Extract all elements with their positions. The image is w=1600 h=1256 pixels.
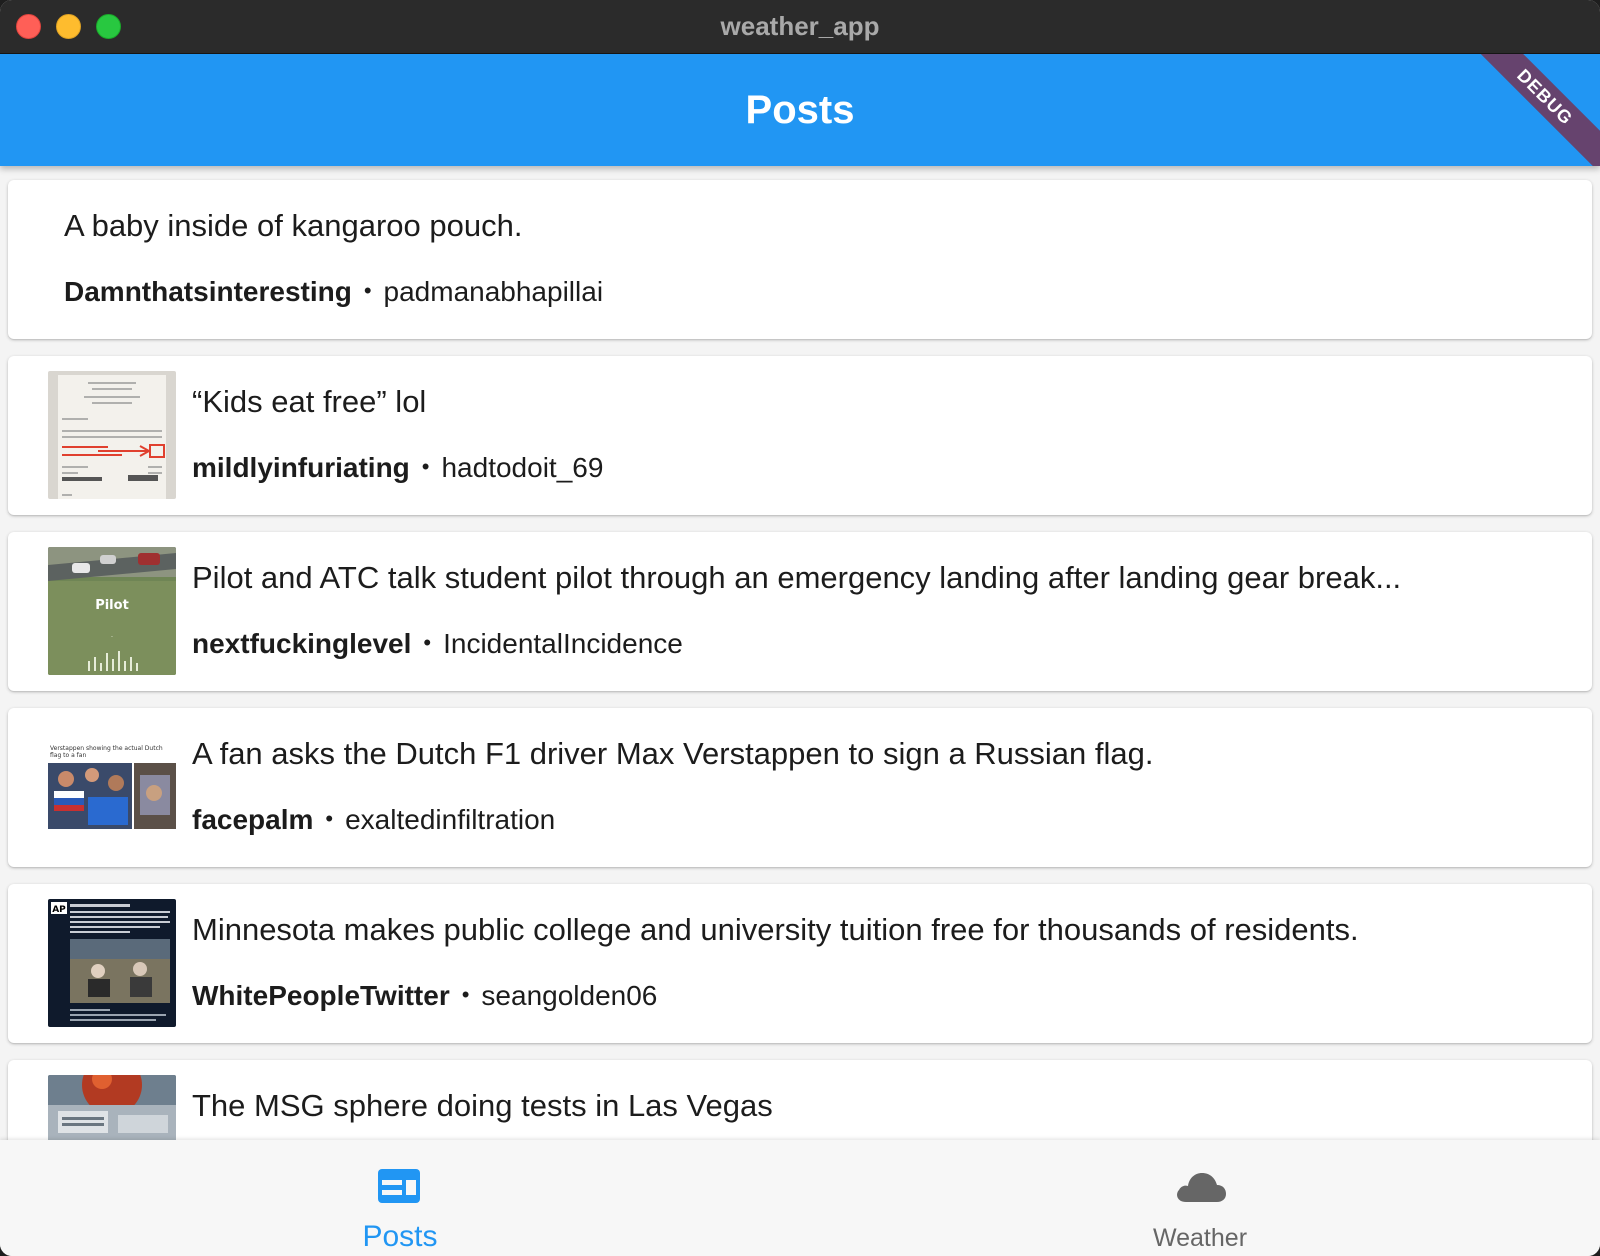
app-bar: Posts DEBUG <box>0 54 1600 166</box>
page-title: Posts <box>745 88 855 132</box>
post-card[interactable]: “Kids eat free” lol mildlyinfuriating • ha… <box>8 356 1592 515</box>
post-thumbnail <box>48 371 176 499</box>
svg-text:Pilot: Pilot <box>95 598 129 613</box>
post-subreddit: Damnthatsinteresting <box>64 276 352 307</box>
meta-separator: • <box>325 806 334 831</box>
app-window: weather_app Posts DEBUG A baby inside of… <box>0 0 1600 1256</box>
post-meta: Damnthatsinteresting • padmanabhapillai <box>64 276 603 308</box>
meta-separator: • <box>421 454 430 479</box>
bottom-navigation: Posts Weather <box>0 1140 1600 1256</box>
post-author: seangolden06 <box>481 980 658 1011</box>
post-subreddit: nextfuckinglevel <box>192 628 412 659</box>
article-icon <box>372 1166 428 1206</box>
window-titlebar: weather_app <box>0 0 1600 54</box>
post-author: hadtodoit_69 <box>441 452 604 483</box>
post-card[interactable]: A baby inside of kangaroo pouch. Damntha… <box>8 180 1592 339</box>
svg-text:AP: AP <box>52 905 66 915</box>
nav-label-posts: Posts <box>362 1220 438 1253</box>
post-meta: facepalm • exaltedinfiltration <box>192 804 555 836</box>
post-author: exaltedinfiltration <box>345 804 556 835</box>
post-card[interactable]: The MSG sphere doing tests in Las Vegas <box>8 1060 1592 1140</box>
post-thumbnail <box>48 1075 176 1140</box>
post-author: padmanabhapillai <box>383 276 604 307</box>
nav-tab-weather[interactable]: Weather <box>1000 1140 1400 1256</box>
meta-separator: • <box>423 630 432 655</box>
post-title: The MSG sphere doing tests in Las Vegas <box>192 1088 773 1123</box>
nav-tab-posts[interactable]: Posts <box>200 1140 600 1256</box>
post-thumbnail: AP <box>48 899 176 1027</box>
post-card[interactable]: AP Minnesota makes public college and un… <box>8 884 1592 1043</box>
post-thumbnail: Pilot · <box>48 547 176 675</box>
post-title: Minnesota makes public college and unive… <box>192 912 1359 947</box>
post-title: A baby inside of kangaroo pouch. <box>64 208 523 243</box>
post-card[interactable]: Verstappen showing the actual Dutch flag… <box>8 708 1592 867</box>
post-title: Pilot and ATC talk student pilot through… <box>192 560 1402 595</box>
post-author: IncidentalIncidence <box>443 628 683 659</box>
post-title: “Kids eat free” lol <box>192 384 427 419</box>
meta-separator: • <box>363 278 372 303</box>
post-subreddit: mildlyinfuriating <box>192 452 410 483</box>
post-meta: nextfuckinglevel • IncidentalIncidence <box>192 628 683 660</box>
meta-separator: • <box>461 982 470 1007</box>
svg-text:·: · <box>111 633 113 641</box>
post-meta: WhitePeopleTwitter • seangolden06 <box>192 980 657 1012</box>
post-subreddit: facepalm <box>192 804 314 835</box>
post-card[interactable]: Pilot · Pilot and ATC talk student pilot… <box>8 532 1592 691</box>
post-thumbnail: Verstappen showing the actual Dutch flag… <box>48 723 176 851</box>
nav-label-weather: Weather <box>1152 1224 1248 1252</box>
posts-list[interactable]: A baby inside of kangaroo pouch. Damntha… <box>0 166 1600 1140</box>
cloud-icon <box>1172 1166 1228 1206</box>
post-meta: mildlyinfuriating • hadtodoit_69 <box>192 452 603 484</box>
post-subreddit: WhitePeopleTwitter <box>192 980 450 1011</box>
post-title: A fan asks the Dutch F1 driver Max Verst… <box>192 736 1154 771</box>
window-title: weather_app <box>720 11 880 41</box>
